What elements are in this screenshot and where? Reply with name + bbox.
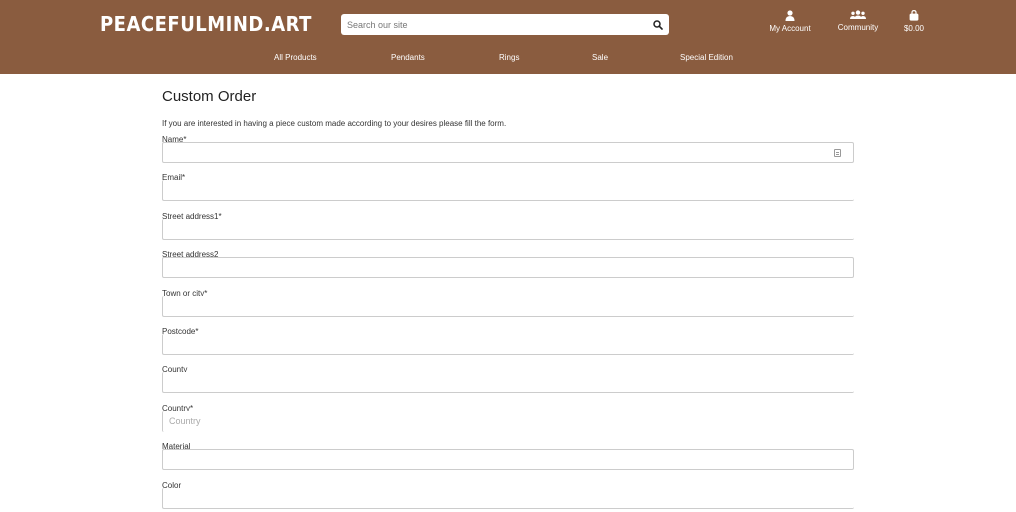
name-field-group: Name* [162, 135, 854, 173]
custom-order-form-section: Custom Order If you are interested in ha… [162, 88, 854, 512]
nav-special-edition[interactable]: Special Edition [680, 53, 733, 62]
search-bar [341, 14, 669, 35]
name-input[interactable] [163, 143, 853, 163]
my-account-link[interactable]: My Account [762, 10, 818, 33]
postcode-input[interactable] [163, 333, 854, 354]
street-address1-input[interactable] [163, 218, 854, 239]
material-field-group: Material [162, 442, 854, 480]
shopping-bag-icon [909, 10, 919, 21]
town-city-input-box [162, 295, 854, 317]
county-input-box [162, 372, 854, 394]
email-input[interactable] [163, 180, 854, 201]
street-address2-field-group: Street address2 [162, 250, 854, 288]
nav-rings[interactable]: Rings [499, 53, 519, 62]
color-input[interactable] [163, 487, 854, 508]
email-field-group: Email* [162, 173, 854, 211]
postcode-input-box [162, 333, 854, 355]
color-field-group: Color [162, 481, 854, 512]
county-input[interactable] [163, 372, 854, 393]
top-header: PEACEFULMIND.ART My Account Community [0, 0, 1016, 74]
search-button[interactable] [647, 14, 669, 35]
user-icon [785, 10, 795, 21]
street-address2-input-box [162, 257, 854, 279]
community-link[interactable]: Community [832, 10, 884, 32]
users-icon [850, 10, 866, 19]
color-input-box [162, 487, 854, 509]
site-logo[interactable]: PEACEFULMIND.ART [100, 12, 312, 36]
my-account-label: My Account [769, 24, 811, 33]
country-field-group: Country* [162, 404, 854, 442]
autofill-icon[interactable] [834, 149, 841, 157]
bag-total: $0.00 [903, 24, 925, 33]
material-input[interactable] [163, 450, 853, 470]
search-icon [653, 19, 663, 30]
street-address1-field-group: Street address1* [162, 212, 854, 250]
country-input-box [162, 410, 854, 432]
name-input-box [162, 142, 854, 163]
material-input-box [162, 449, 854, 471]
nav-pendants[interactable]: Pendants [391, 53, 425, 62]
country-select[interactable] [163, 410, 854, 432]
postcode-field-group: Postcode* [162, 327, 854, 365]
intro-text: If you are interested in having a piece … [162, 119, 507, 128]
county-field-group: County [162, 365, 854, 403]
email-input-box [162, 180, 854, 202]
page-title: Custom Order [162, 88, 257, 105]
street-address1-input-box [162, 218, 854, 240]
town-city-input[interactable] [163, 295, 854, 316]
main-nav: All Products Pendants Rings Sale Special… [0, 53, 1016, 67]
nav-all-products[interactable]: All Products [274, 53, 317, 62]
community-label: Community [837, 23, 879, 32]
nav-sale[interactable]: Sale [592, 53, 608, 62]
shopping-bag-link[interactable]: $0.00 [897, 10, 931, 33]
street-address2-input[interactable] [163, 258, 853, 278]
town-city-field-group: Town or city* [162, 289, 854, 327]
search-input[interactable] [341, 14, 647, 35]
custom-order-form: Name* Email* Street address1* Street add… [162, 135, 854, 512]
